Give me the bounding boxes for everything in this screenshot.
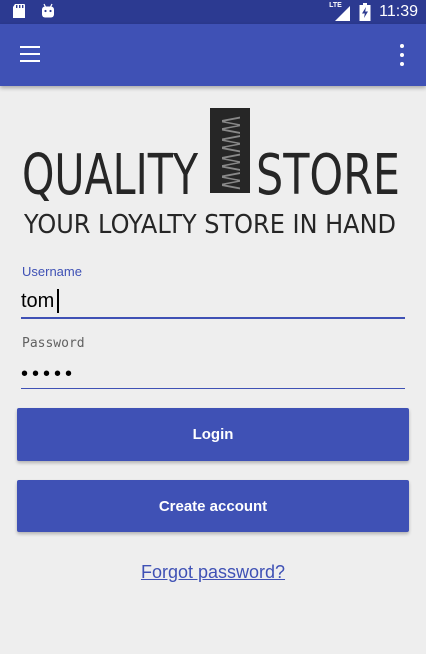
overflow-menu-icon[interactable]: [396, 44, 408, 66]
sd-card-icon: [13, 4, 25, 18]
lte-signal-icon: LTE: [329, 2, 351, 21]
create-account-button[interactable]: Create account: [17, 480, 409, 532]
text-cursor: [57, 289, 59, 313]
logo-brand-left: QUALITY: [22, 143, 198, 208]
status-right: LTE 11:39: [329, 0, 418, 24]
password-input[interactable]: [21, 360, 405, 388]
password-underline: [21, 388, 405, 389]
app-bar: [0, 24, 426, 86]
password-label: Password: [22, 336, 85, 351]
status-time: 11:39: [379, 3, 418, 20]
logo-tagline: YOUR LOYALTY STORE IN HAND: [23, 210, 396, 238]
android-icon: [42, 3, 54, 18]
status-bar: LTE 11:39: [0, 0, 426, 24]
username-underline: [21, 317, 405, 319]
forgot-password-link[interactable]: Forgot password?: [0, 562, 426, 583]
logo-brand-right: STORE: [256, 143, 400, 208]
username-label: Username: [22, 264, 82, 279]
hamburger-menu-icon[interactable]: [20, 46, 40, 62]
login-button[interactable]: Login: [17, 408, 409, 461]
status-left-icons: [12, 3, 56, 19]
username-input[interactable]: [21, 286, 405, 316]
quality-store-logo: QUALITY WWWW STORE YOUR LOYALTY STORE IN…: [22, 108, 400, 238]
logo-mark-text: WWWW: [216, 116, 245, 190]
battery-charging-icon: [359, 3, 371, 21]
